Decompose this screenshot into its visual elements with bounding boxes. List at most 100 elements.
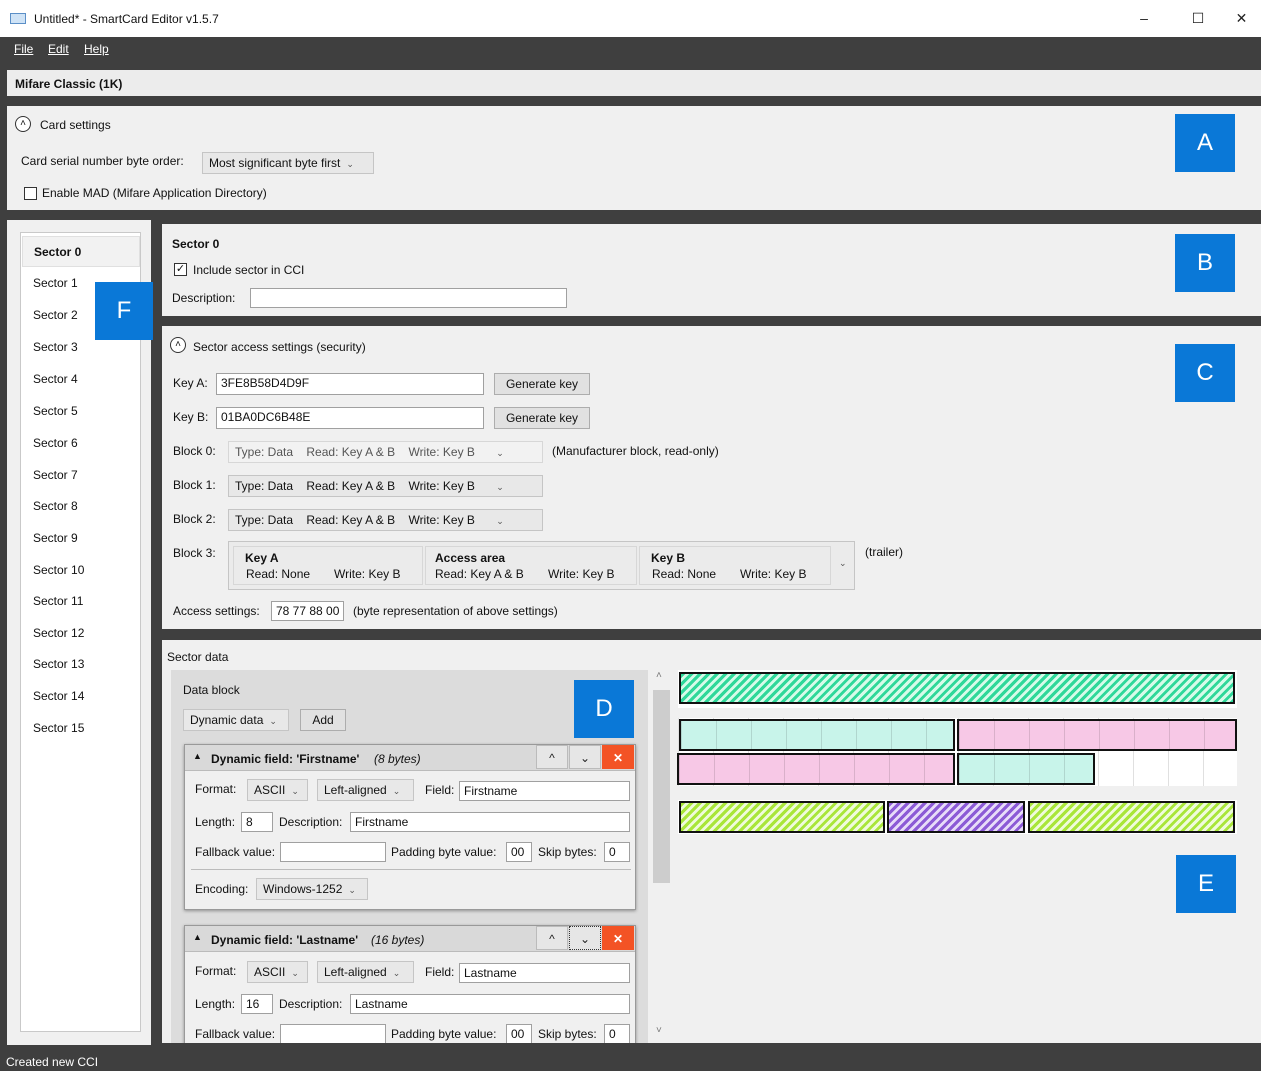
data-scrollbar[interactable]: ˄ ˅ <box>652 670 672 1040</box>
sector-data-header: Sector data <box>167 650 229 664</box>
length-label: Length: <box>195 997 236 1011</box>
generate-key-a-button[interactable]: Generate key <box>494 373 590 395</box>
sector-item-13[interactable]: Sector 13 <box>22 649 140 680</box>
description-label: Description: <box>172 291 236 305</box>
length-input[interactable]: 8 <box>241 812 273 832</box>
field-input[interactable]: Firstname <box>459 781 630 801</box>
chevron-down-icon: ⌄ <box>348 885 356 895</box>
block-0-type: Type: Data <box>235 445 294 459</box>
collapse-icon[interactable]: ˄ <box>170 337 186 353</box>
align-select[interactable]: Left-aligned ⌄ <box>317 961 414 983</box>
field-label: Field: <box>425 783 455 797</box>
align-select[interactable]: Left-aligned ⌄ <box>317 779 414 801</box>
block-3-label: Block 3: <box>173 546 216 560</box>
manufacturer-block <box>679 672 1235 704</box>
collapse-icon[interactable]: ˄ <box>15 116 31 132</box>
encoding-select[interactable]: Windows-1252 ⌄ <box>256 878 368 900</box>
sector-item-8[interactable]: Sector 8 <box>22 491 140 522</box>
block-0-read: Read: Key A & B <box>306 445 396 459</box>
sector-item-7[interactable]: Sector 7 <box>22 460 140 491</box>
key-a-input[interactable]: 3FE8B58D4D9F <box>216 373 484 395</box>
sector-item-0[interactable]: Sector 0 <box>22 236 140 267</box>
add-button[interactable]: Add <box>300 709 346 731</box>
sector-item-14[interactable]: Sector 14 <box>22 681 140 712</box>
byte-order-value: Most significant byte first <box>209 156 341 170</box>
sector-item-15[interactable]: Sector 15 <box>22 713 140 744</box>
chevron-down-icon: ⌄ <box>269 716 277 726</box>
block-0-note: (Manufacturer block, read-only) <box>552 444 719 458</box>
description-input[interactable] <box>250 288 567 308</box>
sector-item-12[interactable]: Sector 12 <box>22 618 140 649</box>
length-label: Length: <box>195 815 236 829</box>
field-header: ▲ Dynamic field: 'Lastname' (16 bytes) ^… <box>185 926 635 952</box>
fallback-label: Fallback value: <box>195 1027 276 1041</box>
menu-file[interactable]: File <box>14 42 33 56</box>
field-input[interactable]: Lastname <box>459 963 630 983</box>
encoding-label: Encoding: <box>195 882 249 896</box>
format-select[interactable]: ASCII ⌄ <box>247 961 308 983</box>
chevron-down-icon: ⌄ <box>392 968 401 978</box>
collapse-triangle-icon[interactable]: ▲ <box>193 932 202 942</box>
length-input[interactable]: 16 <box>241 994 273 1014</box>
delete-field-button[interactable]: ✕ <box>602 926 634 950</box>
padding-label: Padding byte value: <box>391 845 497 859</box>
menu-edit[interactable]: Edit <box>48 42 69 56</box>
delete-field-button[interactable]: ✕ <box>602 745 634 769</box>
lastname-segment <box>957 719 1237 751</box>
description-input[interactable]: Firstname <box>350 812 630 832</box>
block-1-select[interactable]: Type: Data Read: Key A & B Write: Key B … <box>228 475 543 497</box>
sector-item-5[interactable]: Sector 5 <box>22 396 140 427</box>
move-down-button[interactable]: ⌄ <box>569 745 601 769</box>
align-value: Left-aligned <box>324 783 387 797</box>
sector-item-11[interactable]: Sector 11 <box>22 586 140 617</box>
include-sector-checkbox[interactable]: ✓ <box>174 263 187 276</box>
block-type-select[interactable]: Dynamic data ⌄ <box>183 709 289 731</box>
align-value: Left-aligned <box>324 965 387 979</box>
padding-input[interactable]: 00 <box>506 1024 532 1043</box>
padding-input[interactable]: 00 <box>506 842 532 862</box>
skip-input[interactable]: 0 <box>604 842 630 862</box>
access-header: Sector access settings (security) <box>193 340 366 354</box>
maximize-button[interactable]: ☐ <box>1175 0 1221 37</box>
access-settings-input[interactable]: 78 77 88 00 <box>271 601 344 621</box>
block-3-select[interactable]: Key A Read: None Write: Key B Access are… <box>228 541 855 590</box>
data-block-label: Data block <box>183 683 240 697</box>
description-input[interactable]: Lastname <box>350 994 630 1014</box>
close-button[interactable]: ✕ <box>1222 0 1261 37</box>
field-title: Dynamic field: 'Firstname' <box>211 752 360 766</box>
block-1-layout <box>678 718 1237 752</box>
sector-item-6[interactable]: Sector 6 <box>22 428 140 459</box>
scrollbar-thumb[interactable] <box>653 690 670 883</box>
menu-help[interactable]: Help <box>84 42 109 56</box>
byte-order-select[interactable]: Most significant byte first ⌄ <box>202 152 374 174</box>
block-1-read: Read: Key A & B <box>306 479 396 493</box>
collapse-triangle-icon[interactable]: ▲ <box>193 751 202 761</box>
sector-item-4[interactable]: Sector 4 <box>22 364 140 395</box>
sector-item-9[interactable]: Sector 9 <box>22 523 140 554</box>
card-type-label: Mifare Classic (1K) <box>15 77 123 91</box>
block-2-type: Type: Data <box>235 513 294 527</box>
fallback-input[interactable] <box>280 1024 386 1043</box>
fallback-input[interactable] <box>280 842 386 862</box>
block-2-select[interactable]: Type: Data Read: Key A & B Write: Key B … <box>228 509 543 531</box>
scroll-up-icon[interactable]: ˄ <box>656 670 662 681</box>
move-down-button[interactable]: ⌄ <box>569 926 601 950</box>
block-3-layout <box>678 800 1237 834</box>
format-label: Format: <box>195 782 237 796</box>
menu-bar: File Edit Help <box>0 37 1261 62</box>
block-0-select: Type: Data Read: Key A & B Write: Key B … <box>228 441 543 463</box>
sector-item-10[interactable]: Sector 10 <box>22 555 140 586</box>
format-value: ASCII <box>254 783 286 797</box>
generate-key-b-button[interactable]: Generate key <box>494 407 590 429</box>
minimize-button[interactable]: – <box>1121 0 1167 37</box>
skip-input[interactable]: 0 <box>604 1024 630 1043</box>
move-up-button[interactable]: ^ <box>536 926 568 950</box>
format-select[interactable]: ASCII ⌄ <box>247 779 308 801</box>
move-up-button[interactable]: ^ <box>536 745 568 769</box>
scroll-down-icon[interactable]: ˅ <box>656 1025 662 1036</box>
trailer-key-a-write: Write: Key B <box>334 567 401 581</box>
key-b-input[interactable]: 01BA0DC6B48E <box>216 407 484 429</box>
app-icon <box>10 13 26 24</box>
trailer-key-a-read: Read: None <box>246 567 311 581</box>
enable-mad-checkbox[interactable] <box>24 187 37 200</box>
